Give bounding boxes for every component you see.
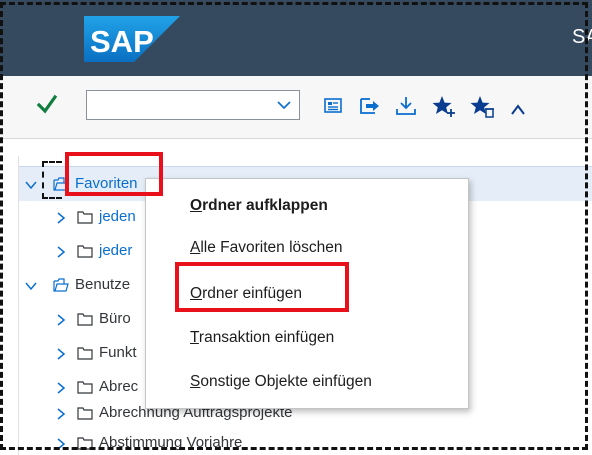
download-button[interactable]	[394, 94, 418, 118]
folder-open-icon	[53, 278, 69, 292]
chevron-down-icon[interactable]	[25, 179, 37, 191]
tree-node-label: Abstimmung Vorjahre	[99, 434, 243, 451]
menu-item-label: rdner aufklappen	[202, 197, 328, 214]
tree-node-label: jeden	[99, 208, 136, 225]
other-menu-icon	[360, 98, 379, 114]
chevron-right-icon[interactable]	[55, 382, 67, 394]
tree-node[interactable]: Abstimmung Vorjahre	[19, 426, 592, 455]
enter-check-button[interactable]	[36, 92, 60, 120]
add-to-favorites-button[interactable]	[432, 94, 456, 118]
add-favorite-icon	[432, 96, 455, 117]
move-favorite-button[interactable]	[506, 94, 530, 118]
shell-header: SAP SA	[0, 0, 592, 76]
tree-node-label: Büro	[99, 310, 131, 327]
menu-item-mnemonic: T	[190, 329, 199, 346]
folder-icon	[77, 211, 93, 224]
toolbar	[0, 76, 592, 139]
folder-icon	[77, 245, 93, 258]
chevron-right-icon[interactable]	[55, 438, 67, 450]
command-input[interactable]	[87, 91, 279, 119]
menu-item-mnemonic: A	[190, 239, 201, 256]
menu-item-delete-all-favorites[interactable]: Alle Favoriten löschen	[190, 239, 343, 257]
sap-menu-button[interactable]	[322, 94, 346, 118]
chevron-right-icon[interactable]	[55, 246, 67, 258]
folder-icon	[77, 313, 93, 326]
folder-icon	[77, 347, 93, 360]
chevron-down-icon[interactable]	[25, 280, 37, 292]
sap-logo: SAP	[84, 16, 180, 62]
menu-item-mnemonic: S	[190, 373, 201, 390]
folder-icon	[77, 437, 93, 450]
menu-item-insert-other-objects[interactable]: Sonstige Objekte einfügen	[190, 373, 372, 391]
menu-item-label: onstige Objekte einfügen	[200, 373, 372, 390]
focus-indicator	[42, 161, 62, 199]
command-history-dropdown[interactable]	[275, 95, 293, 115]
command-field[interactable]	[86, 90, 300, 120]
tree-node-label: Benutze	[75, 276, 131, 293]
tree-node-label: jeder	[99, 242, 133, 259]
highlight-box-insert-folder	[175, 262, 349, 312]
check-icon	[36, 94, 58, 114]
other-menu-button[interactable]	[358, 94, 382, 118]
sap-logo-text: SAP	[90, 24, 154, 59]
folder-icon	[77, 381, 93, 394]
chevron-right-icon[interactable]	[55, 314, 67, 326]
delete-favorite-button[interactable]	[470, 94, 494, 118]
folder-icon	[77, 407, 93, 420]
delete-favorite-icon	[470, 96, 494, 118]
chevron-right-icon[interactable]	[55, 348, 67, 360]
move-favorite-icon	[511, 104, 525, 115]
menu-item-expand-folder[interactable]: Ordner aufklappen	[190, 197, 328, 215]
menu-item-label: lle Favoriten löschen	[200, 239, 343, 256]
menu-item-insert-transaction[interactable]: Transaktion einfügen	[190, 329, 334, 347]
tree-node-label: Funkt	[99, 344, 137, 361]
chevron-down-icon	[277, 101, 291, 110]
menu-item-mnemonic: O	[190, 197, 203, 214]
window-title: SA	[572, 26, 592, 48]
chevron-right-icon[interactable]	[55, 212, 67, 224]
chevron-right-icon[interactable]	[55, 408, 67, 420]
sap-easy-access-menu-icon	[324, 98, 342, 113]
menu-item-label: ransaktion einfügen	[198, 329, 335, 346]
highlight-box-favorites	[65, 152, 163, 196]
sap-window: SAP SA	[0, 0, 592, 455]
download-icon	[396, 97, 416, 115]
